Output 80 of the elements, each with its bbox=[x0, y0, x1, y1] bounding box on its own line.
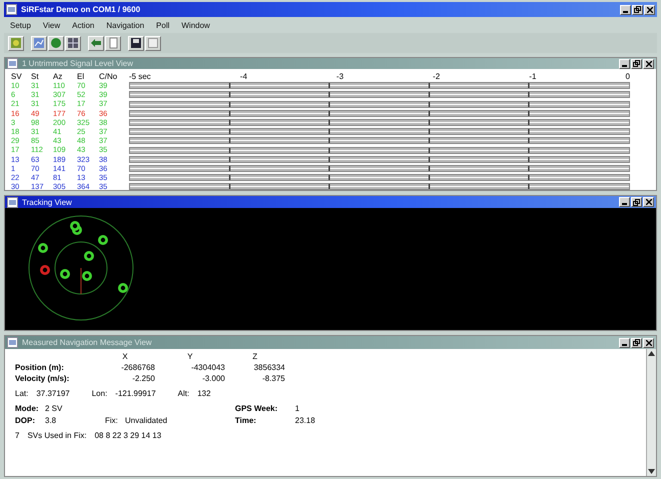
menu-item[interactable]: Window bbox=[182, 20, 210, 30]
close-icon bbox=[646, 340, 652, 346]
field-label: DOP: bbox=[15, 416, 36, 425]
scale-label: 0 bbox=[626, 72, 630, 82]
field-label: GPS Week: bbox=[235, 404, 279, 413]
column-header: El bbox=[77, 72, 86, 81]
field-label: Mode: bbox=[15, 404, 40, 413]
field-value: -2686768 bbox=[120, 363, 155, 372]
scale-label: -1 bbox=[529, 72, 536, 82]
axis-label: Z bbox=[252, 352, 258, 361]
toolbar-button[interactable] bbox=[65, 36, 81, 50]
close-icon bbox=[646, 199, 652, 205]
field-label: Velocity (m/s): bbox=[15, 374, 70, 383]
arrow-icon bbox=[90, 37, 102, 49]
panel-title: Tracking View bbox=[22, 198, 72, 206]
menu-item[interactable]: View bbox=[42, 20, 60, 30]
scale-label: -4 bbox=[240, 72, 248, 82]
column-header: Az bbox=[53, 72, 64, 81]
field-value: 37.37197 bbox=[36, 389, 70, 398]
window-title: SiRFstar Demo on COM1 / 9600 bbox=[21, 5, 140, 14]
chart-icon bbox=[33, 37, 45, 49]
menu-item[interactable]: Poll bbox=[156, 20, 170, 30]
menu-item[interactable]: Setup bbox=[10, 20, 31, 30]
restore-icon bbox=[633, 198, 640, 206]
field-value: 7 bbox=[15, 431, 20, 440]
close-icon bbox=[646, 6, 652, 12]
globe-icon bbox=[50, 37, 62, 49]
field-value: 23.18 bbox=[295, 416, 316, 425]
panel-title: 1 Untrimmed Signal Level View bbox=[22, 59, 134, 68]
toolbar-button[interactable] bbox=[128, 36, 144, 50]
field-label: Fix: bbox=[105, 416, 119, 425]
restore-icon bbox=[633, 339, 640, 346]
panel-title: Measured Navigation Message View bbox=[22, 338, 152, 347]
field-label: Position (m): bbox=[15, 363, 65, 372]
window-icon bbox=[6, 4, 17, 15]
field-value: -121.99917 bbox=[115, 389, 156, 398]
field-value: 2 SV bbox=[45, 404, 64, 413]
minimize-button[interactable] bbox=[620, 4, 631, 14]
field-value: -8.375 bbox=[261, 374, 285, 383]
field-value: 1 bbox=[295, 404, 300, 413]
axis-label: Y bbox=[186, 352, 194, 361]
column-header: C/No bbox=[99, 72, 118, 81]
close-button[interactable] bbox=[643, 197, 654, 207]
save-icon bbox=[130, 37, 142, 49]
field-label: Alt: bbox=[178, 389, 190, 398]
axis-label: X bbox=[121, 352, 129, 361]
restore-icon bbox=[633, 60, 640, 67]
column-header: St bbox=[31, 72, 40, 81]
field-value: 08 8 22 3 29 14 13 bbox=[94, 431, 162, 440]
field-label: Time: bbox=[235, 416, 258, 425]
document-icon bbox=[107, 37, 119, 49]
window-icon bbox=[7, 196, 18, 208]
field-label: Lat: bbox=[15, 389, 28, 398]
field-value: Unvalidated bbox=[125, 416, 168, 425]
scale-label: -3 bbox=[336, 72, 344, 82]
grid-icon bbox=[67, 37, 79, 49]
minimize-button[interactable] bbox=[619, 197, 630, 207]
scroll-up-icon bbox=[648, 351, 655, 356]
field-value: 3856334 bbox=[252, 363, 285, 372]
restore-button[interactable] bbox=[632, 4, 643, 14]
field-label: SVs Used in Fix: bbox=[27, 431, 87, 440]
field-value: -3.000 bbox=[201, 374, 225, 383]
restore-icon bbox=[634, 6, 641, 13]
scroll-down-icon bbox=[648, 469, 655, 474]
scale-label: -2 bbox=[432, 72, 440, 82]
close-button[interactable] bbox=[644, 4, 655, 14]
restore-button[interactable] bbox=[631, 197, 642, 207]
menu-item[interactable]: Action bbox=[72, 20, 94, 30]
vertical-scrollbar[interactable] bbox=[646, 349, 656, 476]
field-value: -4304043 bbox=[190, 363, 225, 372]
close-icon bbox=[646, 60, 652, 66]
field-value: 132 bbox=[197, 389, 211, 398]
field-label: Lon: bbox=[92, 389, 108, 398]
satellite-icon bbox=[10, 37, 22, 49]
scale-label: -5 sec bbox=[129, 72, 151, 82]
menu-item[interactable]: Navigation bbox=[106, 20, 144, 30]
column-header: SV bbox=[11, 72, 23, 81]
blank-page-icon bbox=[147, 37, 159, 49]
field-value: 3.8 bbox=[45, 416, 58, 425]
field-value: -2.250 bbox=[131, 374, 155, 383]
